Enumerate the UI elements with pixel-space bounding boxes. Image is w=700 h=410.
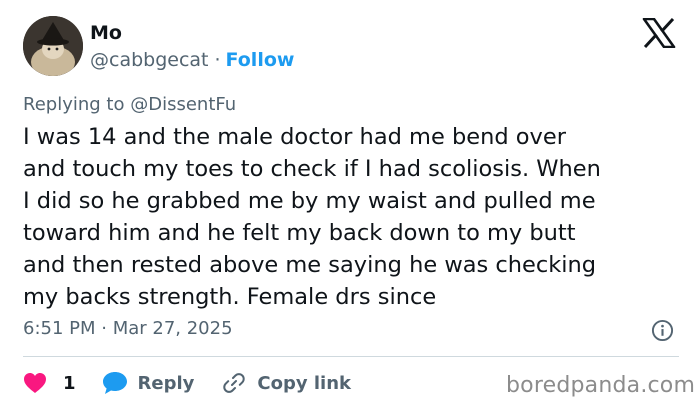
reply-mention[interactable]: @DissentFu [130, 94, 236, 115]
watermark: boredpanda.com [506, 373, 696, 398]
reply-label: Reply [137, 372, 195, 394]
heart-icon [24, 373, 46, 393]
info-icon[interactable] [651, 319, 674, 342]
like-button[interactable]: 1 [23, 372, 102, 394]
action-bar: 1 Reply Copy link [23, 370, 351, 396]
copy-link-button[interactable]: Copy link [222, 371, 351, 395]
tweet-line: toward him and he felt my back down to m… [23, 220, 576, 246]
handle-row: @cabbgecat · Follow [90, 49, 294, 71]
reply-button[interactable]: Reply [102, 371, 223, 395]
tweet-card: Mo @cabbgecat · Follow Replying to @Dissen… [0, 0, 700, 410]
user-handle[interactable]: @cabbgecat [90, 49, 209, 71]
tweet-text: I was 14 and the male doctor had me bend… [23, 121, 683, 313]
link-icon [223, 373, 246, 393]
avatar[interactable] [23, 16, 83, 76]
tweet-line: my backs strength. Female drs since [23, 284, 437, 310]
tweet-line: I was 14 and the male doctor had me bend… [23, 124, 566, 150]
speech-bubble-icon [102, 372, 127, 394]
separator-dot: · [214, 49, 221, 71]
replying-prefix: Replying to [23, 94, 125, 115]
follow-button[interactable]: Follow [226, 49, 295, 71]
divider [23, 356, 679, 357]
tweet-line: and then rested above me saying he was c… [23, 252, 597, 278]
replying-to: Replying to @DissentFu [23, 94, 236, 115]
tweet-timestamp[interactable]: 6:51 PM · Mar 27, 2025 [23, 318, 233, 339]
copy-link-label: Copy link [257, 372, 351, 394]
tweet-line: and touch my toes to check if I had scol… [23, 156, 601, 182]
tweet-line: I did so he grabbed me by my waist and p… [23, 188, 596, 214]
display-name[interactable]: Mo [90, 22, 122, 44]
like-count: 1 [63, 372, 76, 394]
x-logo-icon[interactable] [642, 18, 676, 48]
